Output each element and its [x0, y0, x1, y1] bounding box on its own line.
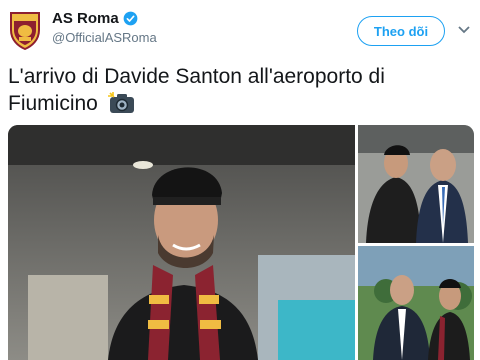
- photo-main[interactable]: [8, 125, 355, 360]
- tweet-text: L'arrivo di Davide Santon all'aeroporto …: [8, 63, 448, 117]
- photo-bottom-right[interactable]: [358, 246, 474, 360]
- verified-badge-icon: [123, 11, 138, 26]
- follow-button[interactable]: Theo dõi: [357, 16, 445, 46]
- account-names: AS Roma @OfficialASRoma: [52, 10, 157, 45]
- as-roma-crest-icon[interactable]: [8, 10, 42, 50]
- photo-top-right[interactable]: [358, 125, 474, 243]
- chevron-down-icon[interactable]: [458, 26, 470, 34]
- tweet-header: AS Roma @OfficialASRoma Theo dõi: [0, 0, 480, 62]
- display-name[interactable]: AS Roma: [52, 10, 119, 27]
- camera-flash-icon: [107, 92, 136, 114]
- tweet-body: L'arrivo di Davide Santon all'aeroporto …: [8, 65, 385, 115]
- tweet-media-grid: [8, 125, 474, 360]
- account-handle[interactable]: @OfficialASRoma: [52, 30, 157, 45]
